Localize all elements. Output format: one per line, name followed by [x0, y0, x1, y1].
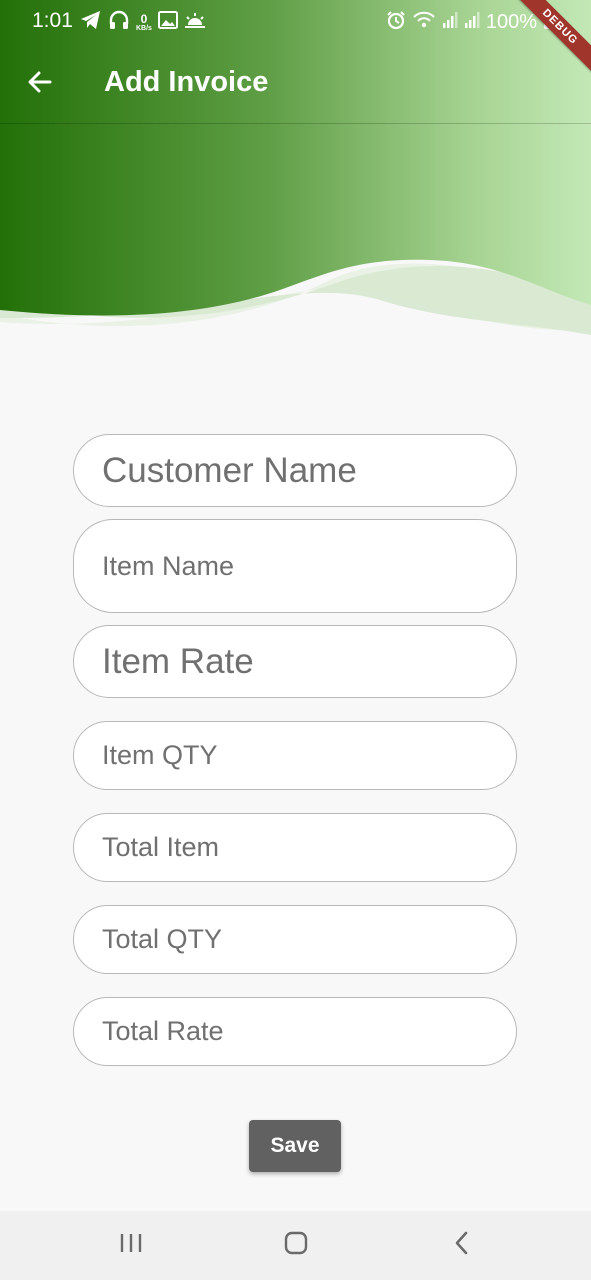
total-qty-placeholder: Total QTY	[102, 924, 223, 954]
alarm-icon	[386, 10, 406, 35]
net-speed-indicator: 0 KB/s	[136, 13, 152, 32]
total-item-field[interactable]: Total Item	[73, 813, 517, 882]
status-right-icons: 100%	[386, 9, 555, 35]
recents-icon	[118, 1231, 144, 1260]
signal-icon-2	[464, 11, 480, 34]
customer-name-field[interactable]: Customer Name	[73, 434, 517, 507]
customer-name-placeholder: Customer Name	[102, 450, 357, 490]
status-left-icons: 0 KB/s	[80, 10, 206, 34]
home-icon	[283, 1230, 309, 1261]
back-button[interactable]	[18, 62, 62, 106]
item-name-placeholder: Item Name	[102, 550, 235, 581]
nav-back-icon	[452, 1230, 472, 1261]
nav-recents-button[interactable]	[109, 1225, 153, 1265]
item-rate-field[interactable]: Item Rate	[73, 625, 517, 698]
net-speed-value: 0	[140, 11, 148, 26]
telegram-icon	[80, 10, 102, 35]
nav-home-button[interactable]	[274, 1225, 318, 1265]
app-bar: Add Invoice	[0, 44, 591, 124]
item-qty-field[interactable]: Item QTY	[73, 721, 517, 790]
status-bar: 1:01 0 KB/s 100%	[0, 0, 591, 44]
item-name-field[interactable]: Item Name	[73, 519, 517, 613]
headphones-icon	[108, 10, 130, 35]
image-icon	[157, 10, 178, 34]
total-item-placeholder: Total Item	[102, 832, 220, 862]
total-rate-field[interactable]: Total Rate	[73, 997, 517, 1066]
signal-icon-1	[442, 11, 458, 34]
total-rate-placeholder: Total Rate	[102, 1016, 224, 1046]
item-qty-placeholder: Item QTY	[102, 740, 218, 770]
total-qty-field[interactable]: Total QTY	[73, 905, 517, 974]
nav-back-button[interactable]	[440, 1225, 484, 1265]
header: 1:01 0 KB/s 100% DEBUG Add Invoice	[0, 0, 591, 340]
weather-sunrise-icon	[184, 11, 206, 34]
net-speed-unit: KB/s	[136, 24, 152, 32]
page-title: Add Invoice	[104, 66, 269, 98]
item-rate-placeholder: Item Rate	[102, 641, 254, 681]
system-navigation-bar	[0, 1211, 591, 1280]
arrow-left-icon	[26, 68, 54, 101]
battery-percentage: 100%	[485, 10, 537, 33]
wifi-icon	[412, 10, 436, 35]
save-button[interactable]: Save	[249, 1120, 341, 1172]
status-time: 1:01	[32, 9, 73, 32]
